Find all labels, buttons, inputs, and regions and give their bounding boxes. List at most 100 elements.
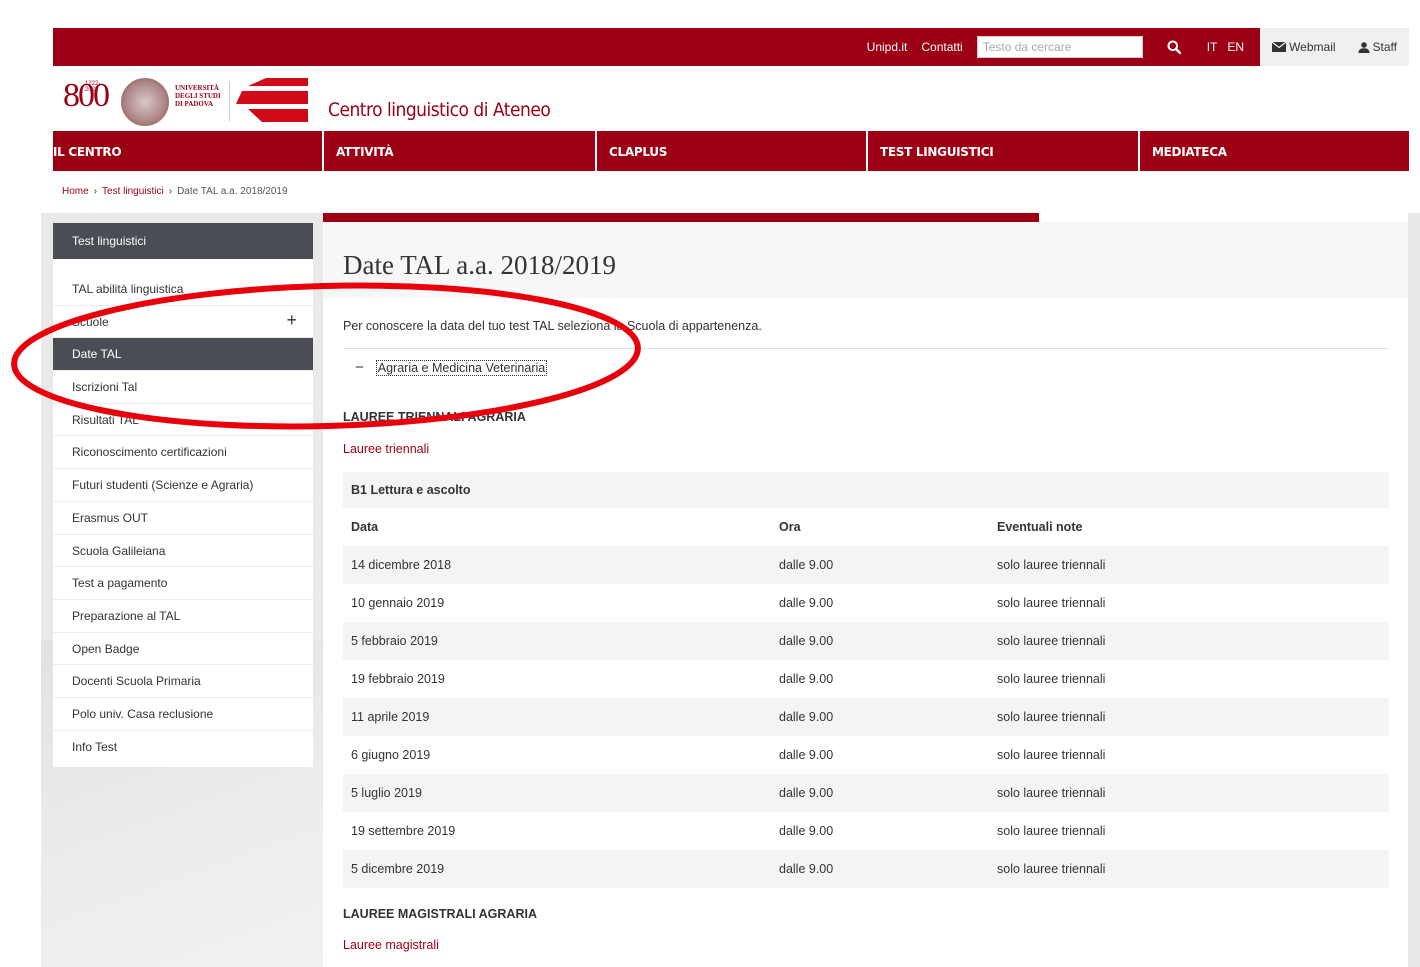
- university-name-line: UNIVERSITÀ: [175, 84, 219, 92]
- breadcrumb-test-linguistici[interactable]: Test linguistici: [102, 186, 164, 197]
- webmail-label: Webmail: [1289, 40, 1336, 54]
- sidebar-item-tal-abilita[interactable]: TAL abilità linguistica: [53, 273, 313, 306]
- lang-en-link[interactable]: EN: [1227, 40, 1244, 54]
- table-caption: B1 Lettura e ascolto: [343, 472, 1389, 508]
- table-row: 5 dicembre 2019 dalle 9.00 solo lauree t…: [343, 850, 1389, 888]
- sidebar-item-docenti-primaria[interactable]: Docenti Scuola Primaria: [53, 665, 313, 698]
- contatti-link[interactable]: Contatti: [921, 40, 962, 54]
- divider: [343, 348, 1389, 349]
- sidebar-item-preparazione[interactable]: Preparazione al TAL: [53, 600, 313, 633]
- cell-notes: solo lauree triennali: [997, 596, 1106, 610]
- cell-notes: solo lauree triennali: [997, 672, 1106, 686]
- cell-date: 19 febbraio 2019: [351, 672, 445, 686]
- search-input[interactable]: [976, 36, 1143, 58]
- link-lauree-triennali[interactable]: Lauree triennali: [343, 442, 429, 456]
- cell-time: dalle 9.00: [779, 558, 834, 572]
- cell-time: dalle 9.00: [779, 634, 834, 648]
- unipd-link[interactable]: Unipd.it: [867, 40, 908, 54]
- accordion-agraria[interactable]: − Agraria e Medicina Veterinaria: [355, 359, 548, 376]
- breadcrumb: Home › Test linguistici › Date TAL a.a. …: [62, 186, 288, 197]
- sidebar-item-futuri-studenti[interactable]: Futuri studenti (Scienze e Agraria): [53, 469, 313, 502]
- cell-notes: solo lauree triennali: [997, 786, 1106, 800]
- cell-notes: solo lauree triennali: [997, 862, 1106, 876]
- nav-item-il-centro[interactable]: IL CENTRO: [53, 131, 324, 171]
- user-icon: [1358, 41, 1370, 53]
- cell-time: dalle 9.00: [779, 862, 834, 876]
- dates-table: B1 Lettura e ascolto Data Ora Eventuali …: [343, 472, 1389, 888]
- cell-time: dalle 9.00: [779, 824, 834, 838]
- tools-area: Webmail Staff: [1260, 28, 1409, 66]
- cell-notes: solo lauree triennali: [997, 710, 1106, 724]
- sidebar-item-info-test[interactable]: Info Test: [53, 731, 313, 767]
- site-title[interactable]: Centro linguistico di Ateneo: [328, 99, 551, 121]
- table-row: 11 aprile 2019 dalle 9.00 solo lauree tr…: [343, 698, 1389, 736]
- cell-time: dalle 9.00: [779, 748, 834, 762]
- collapse-minus-icon[interactable]: −: [355, 359, 364, 376]
- sidebar-item-erasmus-out[interactable]: Erasmus OUT: [53, 502, 313, 535]
- intro-text: Per conoscere la data del tuo test TAL s…: [343, 319, 762, 333]
- cell-date: 19 settembre 2019: [351, 824, 456, 838]
- accordion-label[interactable]: Agraria e Medicina Veterinaria: [375, 359, 548, 376]
- sidebar-item-polo-casa-reclusione[interactable]: Polo univ. Casa reclusione: [53, 698, 313, 731]
- content-accent-bar: [323, 213, 1039, 222]
- logo-years: 1222-2022: [85, 81, 101, 93]
- table-row: 14 dicembre 2018 dalle 9.00 solo lauree …: [343, 546, 1389, 584]
- cell-date: 14 dicembre 2018: [351, 558, 452, 572]
- site-header: 800 1222-2022 UNIVERSITÀ DEGLI STUDI DI …: [53, 66, 1409, 131]
- cell-date: 10 gennaio 2019: [351, 596, 445, 610]
- breadcrumb-separator-icon: ›: [93, 186, 98, 197]
- expand-plus-icon[interactable]: +: [286, 311, 297, 329]
- cell-date: 5 luglio 2019: [351, 786, 422, 800]
- top-utility-bar: Unipd.it Contatti IT EN Webmail Staff: [53, 28, 1409, 66]
- cell-time: dalle 9.00: [779, 786, 834, 800]
- table-row: 10 gennaio 2019 dalle 9.00 solo lauree t…: [343, 584, 1389, 622]
- cla-logo-icon[interactable]: [236, 78, 308, 122]
- sidebar-heading[interactable]: Test linguistici: [53, 223, 313, 259]
- sidebar-item-open-badge[interactable]: Open Badge: [53, 633, 313, 666]
- nav-item-test-linguistici[interactable]: TEST LINGUISTICI: [868, 131, 1140, 171]
- university-name-line: DI PADOVA: [175, 100, 214, 108]
- column-header: Ora: [779, 520, 801, 534]
- link-lauree-magistrali[interactable]: Lauree magistrali: [343, 938, 439, 952]
- table-row: 19 settembre 2019 dalle 9.00 solo lauree…: [343, 812, 1389, 850]
- webmail-link[interactable]: Webmail: [1272, 40, 1336, 54]
- sidebar: Test linguistici TAL abilità linguistica…: [53, 223, 313, 767]
- sidebar-item-scuole[interactable]: Scuole +: [53, 306, 313, 339]
- sidebar-item-test-pagamento[interactable]: Test a pagamento: [53, 567, 313, 600]
- sidebar-item-scuola-galileiana[interactable]: Scuola Galileiana: [53, 535, 313, 568]
- sidebar-item-risultati-tal[interactable]: Risultati TAL: [53, 404, 313, 437]
- table-header-row: Data Ora Eventuali note: [343, 508, 1389, 546]
- breadcrumb-separator-icon: ›: [168, 186, 173, 197]
- breadcrumb-current: Date TAL a.a. 2018/2019: [177, 186, 288, 197]
- lang-it-link[interactable]: IT: [1207, 40, 1218, 54]
- table-row: 19 febbraio 2019 dalle 9.00 solo lauree …: [343, 660, 1389, 698]
- main-content: Date TAL a.a. 2018/2019 Per conoscere la…: [323, 213, 1408, 967]
- nav-item-claplus[interactable]: CLAPLUS: [597, 131, 868, 171]
- section-heading-triennali: LAUREE TRIENNALI AGRARIA: [343, 410, 526, 424]
- cell-time: dalle 9.00: [779, 596, 834, 610]
- breadcrumb-home[interactable]: Home: [62, 186, 89, 197]
- cell-notes: solo lauree triennali: [997, 748, 1106, 762]
- page-title: Date TAL a.a. 2018/2019: [343, 250, 617, 280]
- search-icon[interactable]: [1165, 38, 1183, 56]
- university-name-line: DEGLI STUDI: [175, 92, 221, 100]
- logo-divider: [229, 81, 230, 121]
- sidebar-item-iscrizioni-tal[interactable]: Iscrizioni Tal: [53, 371, 313, 404]
- staff-label: Staff: [1372, 40, 1397, 54]
- sidebar-item-riconoscimento[interactable]: Riconoscimento certificazioni: [53, 436, 313, 470]
- anniversary-logo[interactable]: 800 1222-2022: [63, 79, 110, 113]
- nav-item-mediateca[interactable]: MEDIATECA: [1140, 131, 1409, 171]
- column-header: Eventuali note: [997, 520, 1083, 534]
- cell-time: dalle 9.00: [779, 710, 834, 724]
- sidebar-item-label: Scuole: [72, 314, 109, 329]
- table-row: 6 giugno 2019 dalle 9.00 solo lauree tri…: [343, 736, 1389, 774]
- cell-date: 5 dicembre 2019: [351, 862, 445, 876]
- staff-link[interactable]: Staff: [1358, 40, 1397, 54]
- column-header: Data: [351, 520, 379, 534]
- cell-date: 6 giugno 2019: [351, 748, 431, 762]
- sidebar-item-date-tal[interactable]: Date TAL: [53, 338, 313, 372]
- university-seal-icon: [121, 78, 169, 126]
- nav-item-attivita[interactable]: ATTIVITÀ: [324, 131, 597, 171]
- cell-notes: solo lauree triennali: [997, 824, 1106, 838]
- university-name: UNIVERSITÀ DEGLI STUDI DI PADOVA: [175, 84, 231, 108]
